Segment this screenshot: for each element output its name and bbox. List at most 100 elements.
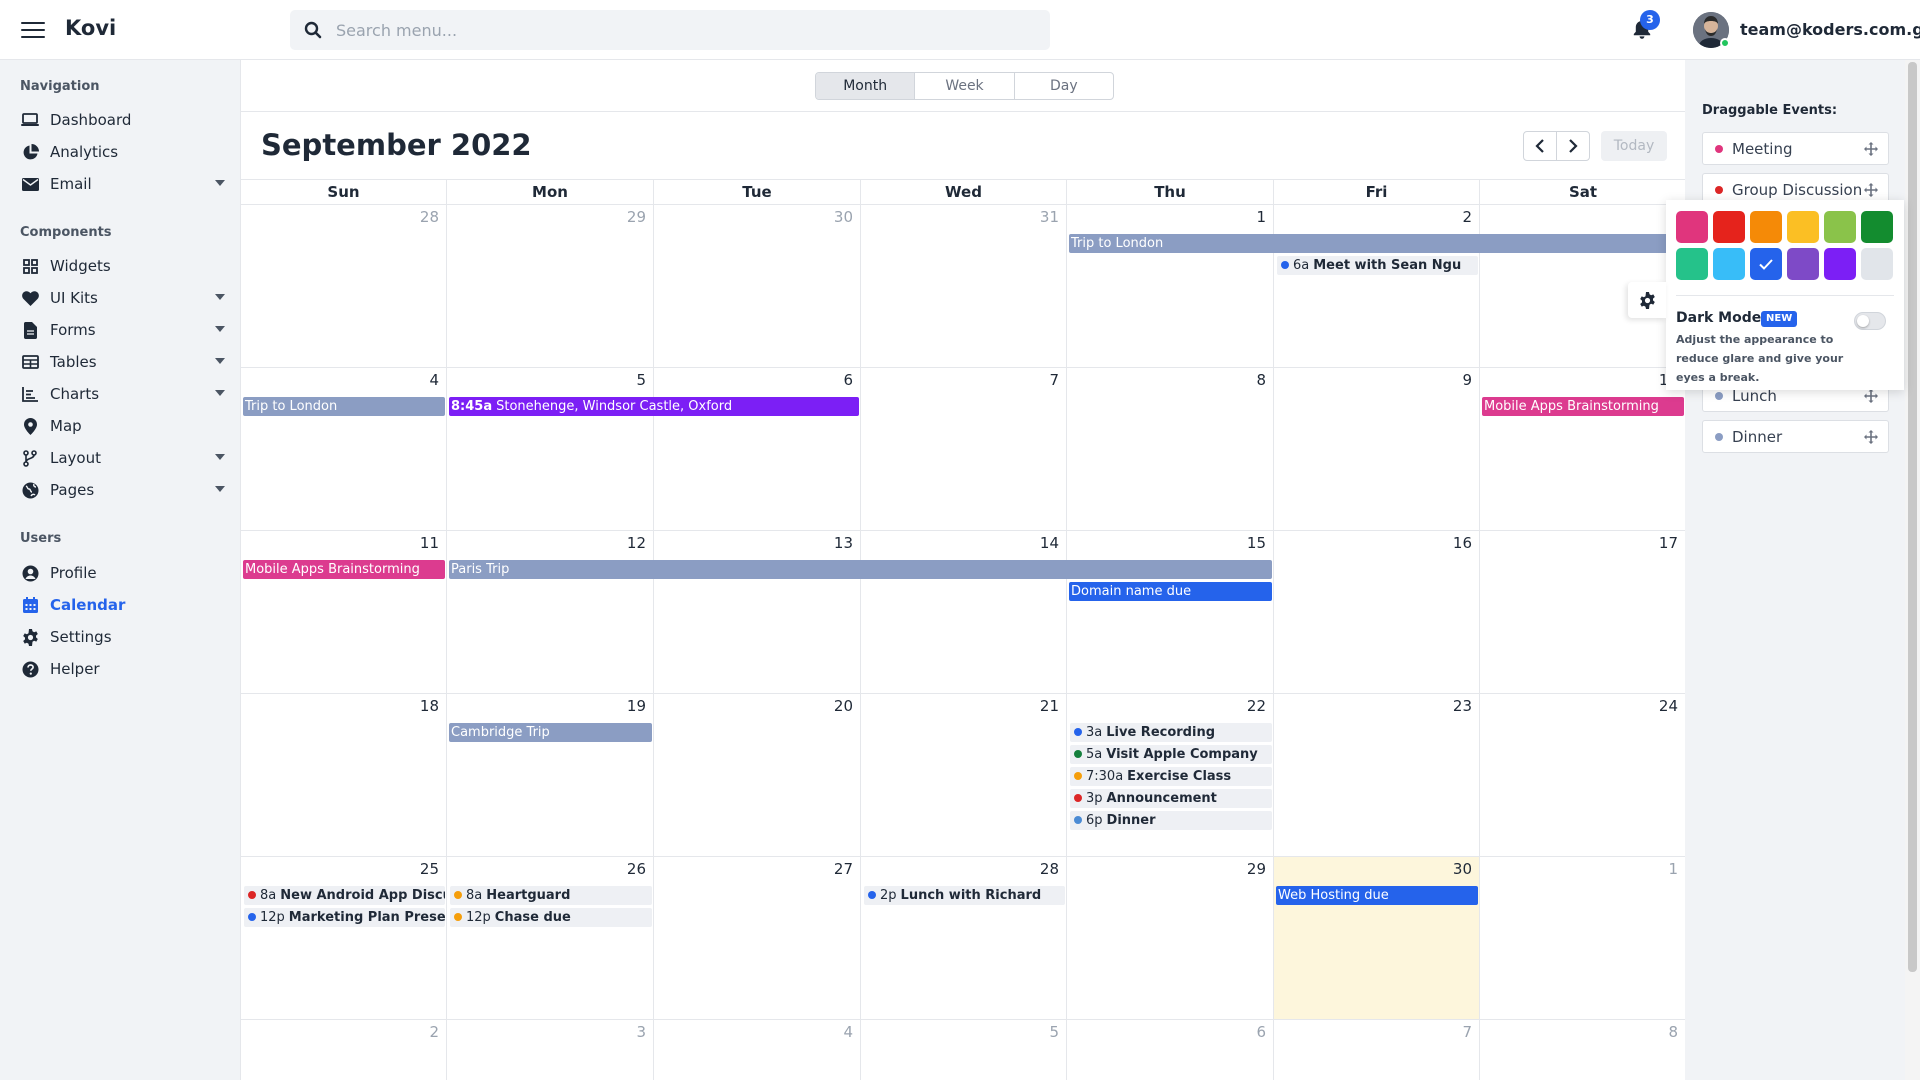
day-cell[interactable]: 7: [861, 368, 1067, 531]
theme-color-swatch[interactable]: [1824, 248, 1856, 280]
theme-color-swatch[interactable]: [1824, 211, 1856, 243]
calendar-event[interactable]: Mobile Apps Brainstorming: [1482, 397, 1684, 416]
day-cell[interactable]: 8: [1480, 1020, 1686, 1080]
theme-settings-button[interactable]: [1628, 282, 1666, 318]
day-cell[interactable]: 14: [861, 531, 1067, 694]
day-cell[interactable]: 21: [861, 694, 1067, 857]
day-number[interactable]: 24: [1659, 697, 1678, 715]
sidebar-item-map[interactable]: Map: [20, 413, 225, 439]
day-cell[interactable]: 12: [447, 531, 654, 694]
day-number[interactable]: 13: [834, 534, 853, 552]
day-cell[interactable]: 28: [861, 857, 1067, 1020]
day-number[interactable]: 12: [627, 534, 646, 552]
day-cell[interactable]: 29: [1067, 857, 1274, 1020]
day-number[interactable]: 29: [1247, 860, 1266, 878]
day-cell[interactable]: 13: [654, 531, 861, 694]
day-cell[interactable]: 29: [447, 205, 654, 368]
move-handle-icon[interactable]: [1864, 142, 1878, 160]
day-number[interactable]: 1: [1668, 860, 1678, 878]
day-number[interactable]: 9: [1462, 371, 1472, 389]
sidebar-item-layout[interactable]: Layout: [20, 445, 225, 471]
theme-color-swatch[interactable]: [1787, 248, 1819, 280]
theme-color-swatch[interactable]: [1750, 211, 1782, 243]
tab-day[interactable]: Day: [1015, 73, 1113, 99]
theme-color-swatch[interactable]: [1750, 248, 1782, 280]
day-cell[interactable]: 6: [1067, 1020, 1274, 1080]
day-cell[interactable]: 4: [241, 368, 447, 531]
theme-color-swatch[interactable]: [1676, 248, 1708, 280]
day-cell[interactable]: 11: [241, 531, 447, 694]
day-cell[interactable]: 25: [241, 857, 447, 1020]
move-handle-icon[interactable]: [1864, 389, 1878, 407]
calendar-event[interactable]: Mobile Apps Brainstorming: [243, 560, 445, 579]
calendar-event[interactable]: 12p Chase due: [450, 908, 652, 927]
calendar-event[interactable]: 3p Announcement: [1070, 789, 1272, 808]
sidebar-item-ui-kits[interactable]: UI Kits: [20, 285, 225, 311]
day-number[interactable]: 25: [420, 860, 439, 878]
day-cell[interactable]: 6: [654, 368, 861, 531]
calendar-event[interactable]: 7:30a Exercise Class: [1070, 767, 1272, 786]
move-handle-icon[interactable]: [1864, 430, 1878, 448]
draggable-event-dinner[interactable]: Dinner: [1702, 420, 1889, 453]
dark-mode-toggle[interactable]: [1854, 312, 1886, 330]
day-cell[interactable]: 27: [654, 857, 861, 1020]
day-number[interactable]: 19: [627, 697, 646, 715]
sidebar-item-profile[interactable]: Profile: [20, 560, 225, 586]
calendar-event[interactable]: Cambridge Trip: [449, 723, 652, 742]
day-cell[interactable]: 30: [1274, 857, 1480, 1020]
day-cell[interactable]: 24: [1480, 694, 1686, 857]
day-cell[interactable]: 17: [1480, 531, 1686, 694]
day-number[interactable]: 6: [843, 371, 853, 389]
prev-month-button[interactable]: [1523, 131, 1557, 161]
scrollbar-thumb[interactable]: [1908, 62, 1917, 972]
day-number[interactable]: 30: [1453, 860, 1472, 878]
day-number[interactable]: 5: [636, 371, 646, 389]
day-number[interactable]: 22: [1247, 697, 1266, 715]
day-number[interactable]: 18: [420, 697, 439, 715]
theme-color-swatch[interactable]: [1861, 211, 1893, 243]
sidebar-item-email[interactable]: Email: [20, 171, 225, 197]
day-number[interactable]: 5: [1049, 1023, 1059, 1041]
calendar-event[interactable]: 8:45a Stonehenge, Windsor Castle, Oxford: [449, 397, 859, 416]
day-number[interactable]: 21: [1040, 697, 1059, 715]
day-cell[interactable]: 2: [1274, 205, 1480, 368]
day-cell[interactable]: 5: [861, 1020, 1067, 1080]
day-number[interactable]: 1: [1256, 208, 1266, 226]
calendar-event[interactable]: 2p Lunch with Richard: [864, 886, 1065, 905]
day-cell[interactable]: 26: [447, 857, 654, 1020]
sidebar-item-forms[interactable]: Forms: [20, 317, 225, 343]
day-number[interactable]: 4: [843, 1023, 853, 1041]
calendar-event[interactable]: Trip to London: [1069, 234, 1684, 253]
day-number[interactable]: 8: [1668, 1023, 1678, 1041]
day-cell[interactable]: 23: [1274, 694, 1480, 857]
app-logo[interactable]: Kovi: [65, 16, 116, 40]
user-email[interactable]: team@koders.com.gt: [1740, 20, 1920, 39]
day-cell[interactable]: 10: [1480, 368, 1686, 531]
day-cell[interactable]: 30: [654, 205, 861, 368]
theme-color-swatch[interactable]: [1713, 248, 1745, 280]
day-cell[interactable]: 7: [1274, 1020, 1480, 1080]
day-number[interactable]: 17: [1659, 534, 1678, 552]
calendar-event[interactable]: 6a Meet with Sean Ngu: [1277, 256, 1478, 275]
day-cell[interactable]: 16: [1274, 531, 1480, 694]
day-cell[interactable]: 3: [447, 1020, 654, 1080]
sidebar-item-helper[interactable]: Helper: [20, 656, 225, 682]
day-number[interactable]: 27: [834, 860, 853, 878]
day-number[interactable]: 28: [1040, 860, 1059, 878]
sidebar-item-calendar[interactable]: Calendar: [20, 592, 225, 618]
day-number[interactable]: 23: [1453, 697, 1472, 715]
day-cell[interactable]: 8: [1067, 368, 1274, 531]
day-cell[interactable]: 2: [241, 1020, 447, 1080]
calendar-event[interactable]: 5a Visit Apple Company: [1070, 745, 1272, 764]
today-button[interactable]: Today: [1601, 131, 1667, 161]
day-number[interactable]: 28: [420, 208, 439, 226]
calendar-event[interactable]: 6p Dinner: [1070, 811, 1272, 830]
next-month-button[interactable]: [1556, 131, 1590, 161]
day-number[interactable]: 8: [1256, 371, 1266, 389]
day-cell[interactable]: 1: [1067, 205, 1274, 368]
calendar-event[interactable]: Paris Trip: [449, 560, 1272, 579]
day-number[interactable]: 30: [834, 208, 853, 226]
day-number[interactable]: 31: [1040, 208, 1059, 226]
day-cell[interactable]: 1: [1480, 857, 1686, 1020]
theme-color-swatch[interactable]: [1713, 211, 1745, 243]
